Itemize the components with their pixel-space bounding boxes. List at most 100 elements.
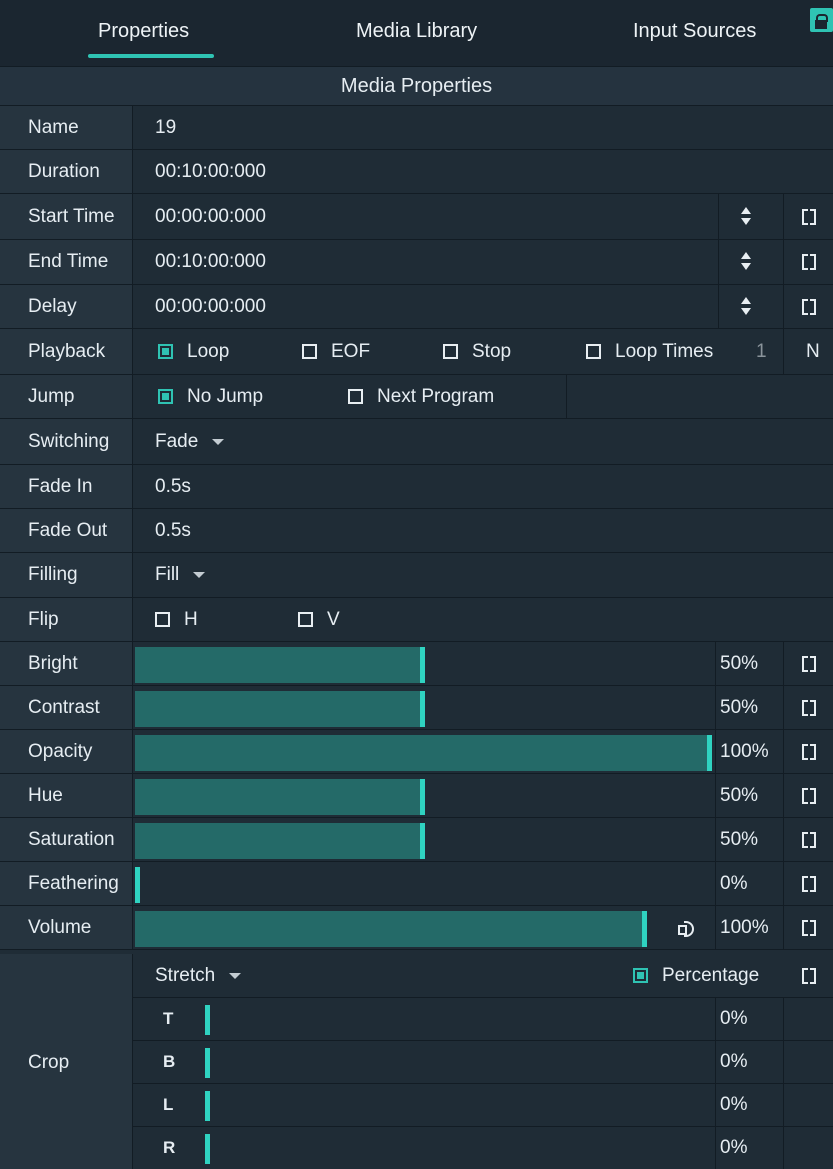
slider-label: Bright <box>0 642 133 685</box>
delay-reset-icon[interactable] <box>802 285 816 328</box>
crop-side-value: 0% <box>720 1137 748 1158</box>
slider-handle[interactable] <box>420 691 425 727</box>
active-tab-indicator <box>88 54 214 58</box>
crop-side-value: 0% <box>720 1051 748 1072</box>
crop-slider-handle[interactable] <box>205 1048 210 1078</box>
row-slider-saturation: Saturation 50% <box>0 818 833 862</box>
playback-eof-option[interactable]: EOF <box>302 329 370 374</box>
end-time-reset-icon[interactable] <box>802 240 816 284</box>
crop-side-value: 0% <box>720 1008 748 1029</box>
flip-h-checkbox[interactable] <box>155 612 170 627</box>
jump-label: Jump <box>0 375 133 418</box>
row-name: Name 19 <box>0 106 833 150</box>
stop-checkbox[interactable] <box>443 344 458 359</box>
slider-track[interactable] <box>135 867 140 903</box>
chevron-down-icon <box>212 438 225 445</box>
row-start-time: Start Time 00:00:00:000 <box>0 194 833 240</box>
percentage-option[interactable]: Percentage <box>633 954 759 997</box>
crop-slider-handle[interactable] <box>205 1091 210 1121</box>
slider-track[interactable] <box>135 735 712 771</box>
fade-in-input[interactable]: 0.5s <box>155 465 191 508</box>
slider-label: Hue <box>0 774 133 817</box>
crop-slider-handle[interactable] <box>205 1005 210 1035</box>
slider-track[interactable] <box>135 779 425 815</box>
tab-input-sources[interactable]: Input Sources <box>633 20 756 43</box>
playback-stop-option[interactable]: Stop <box>443 329 511 374</box>
crop-mode-dropdown[interactable]: Stretch <box>155 954 242 997</box>
percentage-checkbox[interactable] <box>633 968 648 983</box>
switching-dropdown[interactable]: Fade <box>155 419 225 464</box>
flip-h-option[interactable]: H <box>155 598 198 641</box>
slider-track[interactable] <box>135 691 425 727</box>
crop-side-letter: B <box>163 1052 176 1071</box>
end-time-spinner-icon[interactable] <box>739 240 753 284</box>
fade-out-input[interactable]: 0.5s <box>155 509 191 552</box>
tab-bar: Properties Media Library Input Sources <box>0 0 833 66</box>
slider-handle[interactable] <box>707 735 712 771</box>
playback-loop-option[interactable]: Loop <box>158 329 229 374</box>
end-time-input[interactable]: 00:10:00:000 <box>155 240 266 284</box>
slider-handle[interactable] <box>420 779 425 815</box>
reset-icon[interactable] <box>802 686 816 729</box>
slider-track[interactable] <box>135 823 425 859</box>
fade-in-label: Fade In <box>0 465 133 508</box>
flip-v-checkbox[interactable] <box>298 612 313 627</box>
slider-handle[interactable] <box>135 867 140 903</box>
slider-handle[interactable] <box>420 647 425 683</box>
reset-icon[interactable] <box>802 906 816 949</box>
name-value[interactable]: 19 <box>155 106 176 149</box>
crop-label: Crop <box>0 954 133 1169</box>
slider-label: Feathering <box>0 862 133 905</box>
delay-spinner-icon[interactable] <box>739 285 753 328</box>
playback-loop-times-option[interactable]: Loop Times <box>586 329 713 374</box>
row-duration: Duration 00:10:00:000 <box>0 150 833 194</box>
start-time-reset-icon[interactable] <box>802 194 816 239</box>
row-slider-volume: Volume 100% <box>0 906 833 950</box>
slider-handle[interactable] <box>420 823 425 859</box>
reset-icon[interactable] <box>802 818 816 861</box>
slider-value: 100% <box>720 916 769 938</box>
start-time-input[interactable]: 00:00:00:000 <box>155 194 266 239</box>
slider-track[interactable] <box>135 911 647 947</box>
speaker-icon[interactable] <box>678 906 696 949</box>
loop-times-value[interactable]: 1 <box>756 329 767 374</box>
jump-no-jump-option[interactable]: No Jump <box>158 375 263 418</box>
row-fade-in: Fade In 0.5s <box>0 465 833 509</box>
slider-track[interactable] <box>135 647 425 683</box>
reset-icon[interactable] <box>802 774 816 817</box>
next-program-checkbox[interactable] <box>348 389 363 404</box>
row-flip: Flip H V <box>0 598 833 642</box>
slider-label: Volume <box>0 906 133 949</box>
reset-icon[interactable] <box>802 862 816 905</box>
duration-value: 00:10:00:000 <box>155 160 266 182</box>
tab-media-library[interactable]: Media Library <box>356 20 477 43</box>
reset-icon[interactable] <box>802 730 816 773</box>
name-label: Name <box>0 106 133 149</box>
flip-v-option[interactable]: V <box>298 598 340 641</box>
row-slider-contrast: Contrast 50% <box>0 686 833 730</box>
playback-label: Playback <box>0 329 133 374</box>
start-time-spinner-icon[interactable] <box>739 194 753 239</box>
crop-side-row: L 0% <box>133 1084 833 1127</box>
jump-next-program-option[interactable]: Next Program <box>348 375 494 418</box>
reset-icon[interactable] <box>802 642 816 685</box>
lock-icon[interactable] <box>810 8 833 32</box>
tab-properties[interactable]: Properties <box>98 20 189 43</box>
loop-times-checkbox[interactable] <box>586 344 601 359</box>
crop-side-value: 0% <box>720 1094 748 1115</box>
slider-handle[interactable] <box>642 911 647 947</box>
filling-label: Filling <box>0 553 133 597</box>
switching-label: Switching <box>0 419 133 464</box>
no-jump-checkbox[interactable] <box>158 389 173 404</box>
crop-slider-handle[interactable] <box>205 1134 210 1164</box>
filling-dropdown[interactable]: Fill <box>155 553 206 597</box>
eof-checkbox[interactable] <box>302 344 317 359</box>
loop-checkbox[interactable] <box>158 344 173 359</box>
crop-reset-icon[interactable] <box>802 954 816 997</box>
loop-times-unit: N <box>806 340 820 362</box>
slider-value: 50% <box>720 828 759 850</box>
crop-side-letter: L <box>163 1095 174 1114</box>
delay-input[interactable]: 00:00:00:000 <box>155 285 266 328</box>
start-time-label: Start Time <box>0 194 133 239</box>
fade-out-label: Fade Out <box>0 509 133 552</box>
